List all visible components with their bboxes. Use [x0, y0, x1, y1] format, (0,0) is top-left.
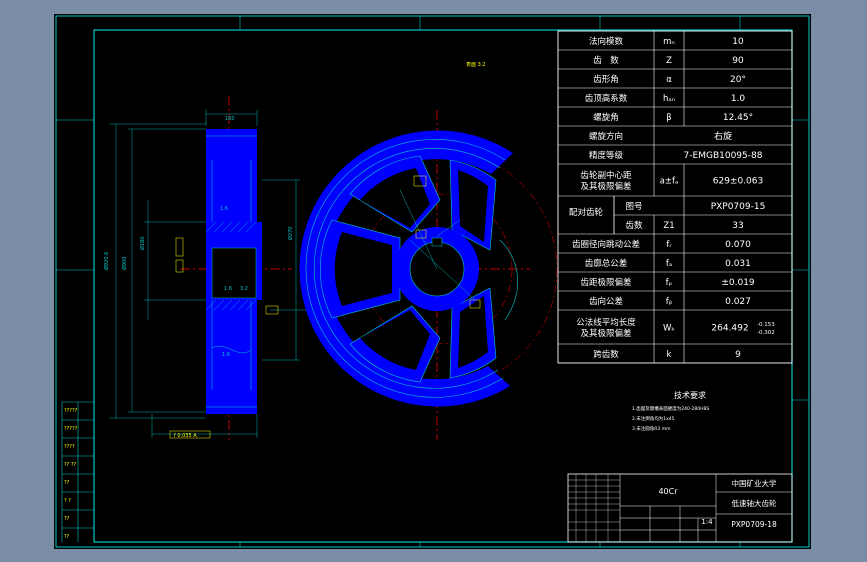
section-rim-bottom — [206, 300, 257, 414]
tech-line: 3.未注圆角R3 mm — [632, 425, 670, 432]
param-symbol: fₚ — [666, 278, 673, 288]
svg-text:? ?: ? ? — [64, 498, 71, 504]
param-value: 629±0.063 — [713, 177, 763, 187]
material-value: 40Cr — [658, 487, 678, 496]
param-name: 法向模数 — [589, 36, 624, 47]
param-name: 齿顶高系数 — [585, 93, 628, 104]
param-symbol: Wₖ — [663, 324, 675, 334]
tolerance-upper: -0.153 — [757, 322, 775, 328]
param-value: 264.492 — [711, 324, 748, 334]
param-name: 齿圈径向跳动公差 — [572, 239, 640, 250]
param-symbol: 图号 — [625, 202, 642, 212]
tech-line: 1.齿面及键槽表面硬度为240-280HBS — [632, 405, 709, 412]
param-name: 齿廓总公差 — [585, 258, 628, 269]
param-name: 齿轮副中心距 — [580, 170, 632, 181]
param-value: 90 — [732, 56, 744, 66]
param-name: 齿形角 — [593, 74, 619, 85]
param-value: 33 — [732, 221, 743, 231]
param-name: 齿 数 — [593, 55, 619, 66]
svg-text:?????: ????? — [64, 426, 78, 432]
param-value: 0.031 — [725, 259, 751, 269]
svg-text:表面 3.2: 表面 3.2 — [466, 61, 486, 68]
svg-text:1.6: 1.6 — [220, 206, 228, 212]
param-name: 公法线平均长度 — [576, 317, 636, 328]
svg-text:????: ???? — [64, 444, 75, 450]
svg-text:?????: ????? — [64, 408, 78, 414]
param-symbol: a±fₐ — [660, 177, 679, 187]
svg-text:160: 160 — [225, 116, 235, 122]
school-name: 中国矿业大学 — [732, 478, 777, 488]
param-value: 0.027 — [725, 297, 751, 307]
tech-line: 2.未注倒角均为1x45 — [632, 415, 675, 422]
param-name: 配对齿轮 — [569, 207, 604, 218]
svg-text:??: ?? — [64, 534, 70, 540]
param-value: 0.070 — [725, 240, 751, 250]
svg-text:Ø920.6: Ø920.6 — [103, 252, 110, 270]
cad-drawing-canvas: ?????????? ?????? ?? ??? ? ???? f 0.035 … — [54, 14, 811, 549]
param-symbol: 齿数 — [625, 220, 643, 231]
svg-text:Ø270: Ø270 — [287, 227, 294, 240]
svg-text:Ø180: Ø180 — [139, 237, 146, 250]
param-symbol: mₙ — [663, 37, 675, 47]
tech-title: 技术要求 — [674, 390, 706, 400]
section-rim-top — [206, 129, 257, 222]
param-value: 9 — [735, 350, 741, 360]
param-name: 齿距极限偏差 — [580, 277, 631, 288]
keyway — [431, 237, 443, 247]
svg-text:3.2: 3.2 — [240, 286, 248, 292]
svg-text:Ø900: Ø900 — [121, 257, 128, 270]
param-symbol: α — [666, 75, 672, 85]
param-symbol: hₐₙ — [663, 94, 675, 104]
param-symbol: fᵣ — [666, 240, 672, 250]
param-value: 12.45° — [723, 113, 753, 123]
param-name: 及其极限偏差 — [580, 328, 631, 339]
drawing-number: PXP0709-18 — [731, 520, 777, 529]
svg-text:??: ?? — [64, 516, 70, 522]
svg-text:1.6: 1.6 — [224, 286, 232, 292]
scale-value: 1:4 — [701, 518, 713, 526]
param-value: 右旋 — [714, 130, 732, 142]
param-name: 及其极限偏差 — [580, 181, 631, 192]
param-symbol: Z — [666, 56, 672, 66]
svg-text:f 0.035 A: f 0.035 A — [174, 433, 197, 439]
param-value: 7-EMGB10095-88 — [684, 151, 763, 161]
svg-text:1.6: 1.6 — [222, 352, 230, 358]
param-value: 1.0 — [731, 94, 746, 104]
param-value: 20° — [730, 75, 746, 85]
param-value: 10 — [732, 37, 744, 47]
param-symbol: fᵦ — [666, 297, 673, 307]
tolerance-lower: -0.302 — [757, 330, 775, 336]
param-value: PXP0709-15 — [711, 202, 766, 212]
param-symbol: Z1 — [663, 221, 674, 231]
param-symbol: β — [666, 113, 671, 123]
param-name: 跨齿数 — [593, 349, 619, 360]
bore — [211, 247, 257, 299]
svg-text:??: ?? — [64, 480, 70, 486]
param-symbol: fₐ — [666, 259, 672, 269]
part-name: 低速轴大齿轮 — [732, 498, 777, 508]
param-symbol: k — [667, 350, 672, 360]
svg-text:?? ??: ?? ?? — [64, 462, 77, 468]
param-name: 精度等级 — [589, 150, 624, 161]
param-name: 齿向公差 — [589, 296, 623, 307]
param-value: ±0.019 — [721, 278, 755, 288]
param-name: 螺旋角 — [593, 112, 619, 123]
param-name: 螺旋方向 — [589, 131, 623, 142]
